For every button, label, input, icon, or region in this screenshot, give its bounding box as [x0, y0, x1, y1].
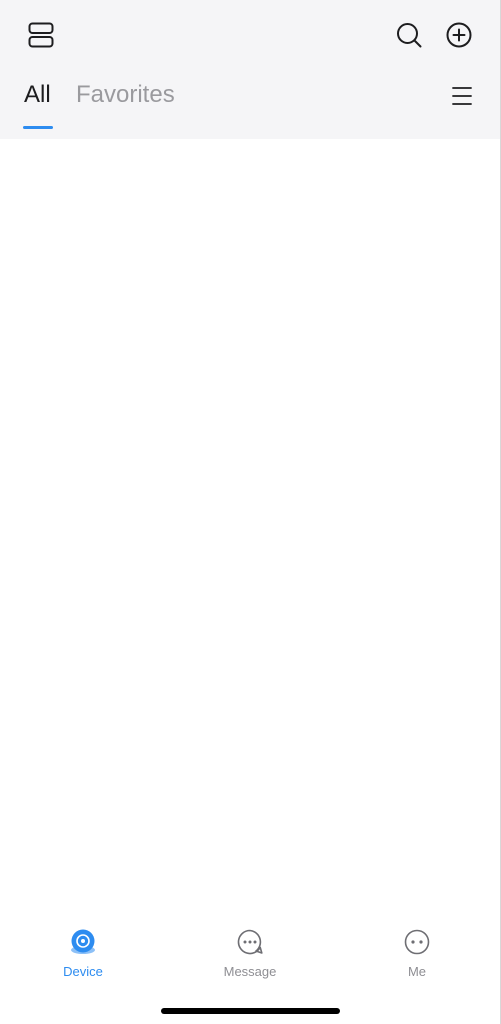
- plus-circle-icon: [446, 22, 472, 48]
- tab-favorites[interactable]: Favorites: [76, 80, 175, 110]
- bottom-tab-bar: Device Message Me: [0, 920, 501, 990]
- message-icon: [235, 927, 265, 957]
- menu-icon: [452, 87, 472, 105]
- tabbar-label-me: Me: [407, 964, 427, 979]
- more-icon: [402, 927, 432, 957]
- device-list-screen: All Favorites Device Message Me: [0, 0, 501, 1024]
- home-indicator[interactable]: [161, 1008, 340, 1014]
- layout-toggle-button[interactable]: [23, 17, 59, 53]
- menu-button[interactable]: [444, 78, 480, 114]
- tabbar-item-me[interactable]: Me: [357, 920, 477, 986]
- tabbar-item-device[interactable]: Device: [23, 920, 143, 986]
- tab-all[interactable]: All: [24, 80, 51, 110]
- active-tab-indicator: [23, 126, 53, 129]
- tabbar-label-message: Message: [223, 964, 277, 979]
- tabbar-label-device: Device: [63, 964, 103, 979]
- layout-icon: [28, 22, 54, 48]
- add-device-button[interactable]: [441, 17, 477, 53]
- device-list-area: [0, 139, 501, 909]
- search-icon: [397, 23, 422, 48]
- search-button[interactable]: [391, 17, 427, 53]
- camera-icon: [68, 927, 98, 957]
- top-header: All Favorites: [0, 0, 501, 139]
- tabbar-item-message[interactable]: Message: [190, 920, 310, 986]
